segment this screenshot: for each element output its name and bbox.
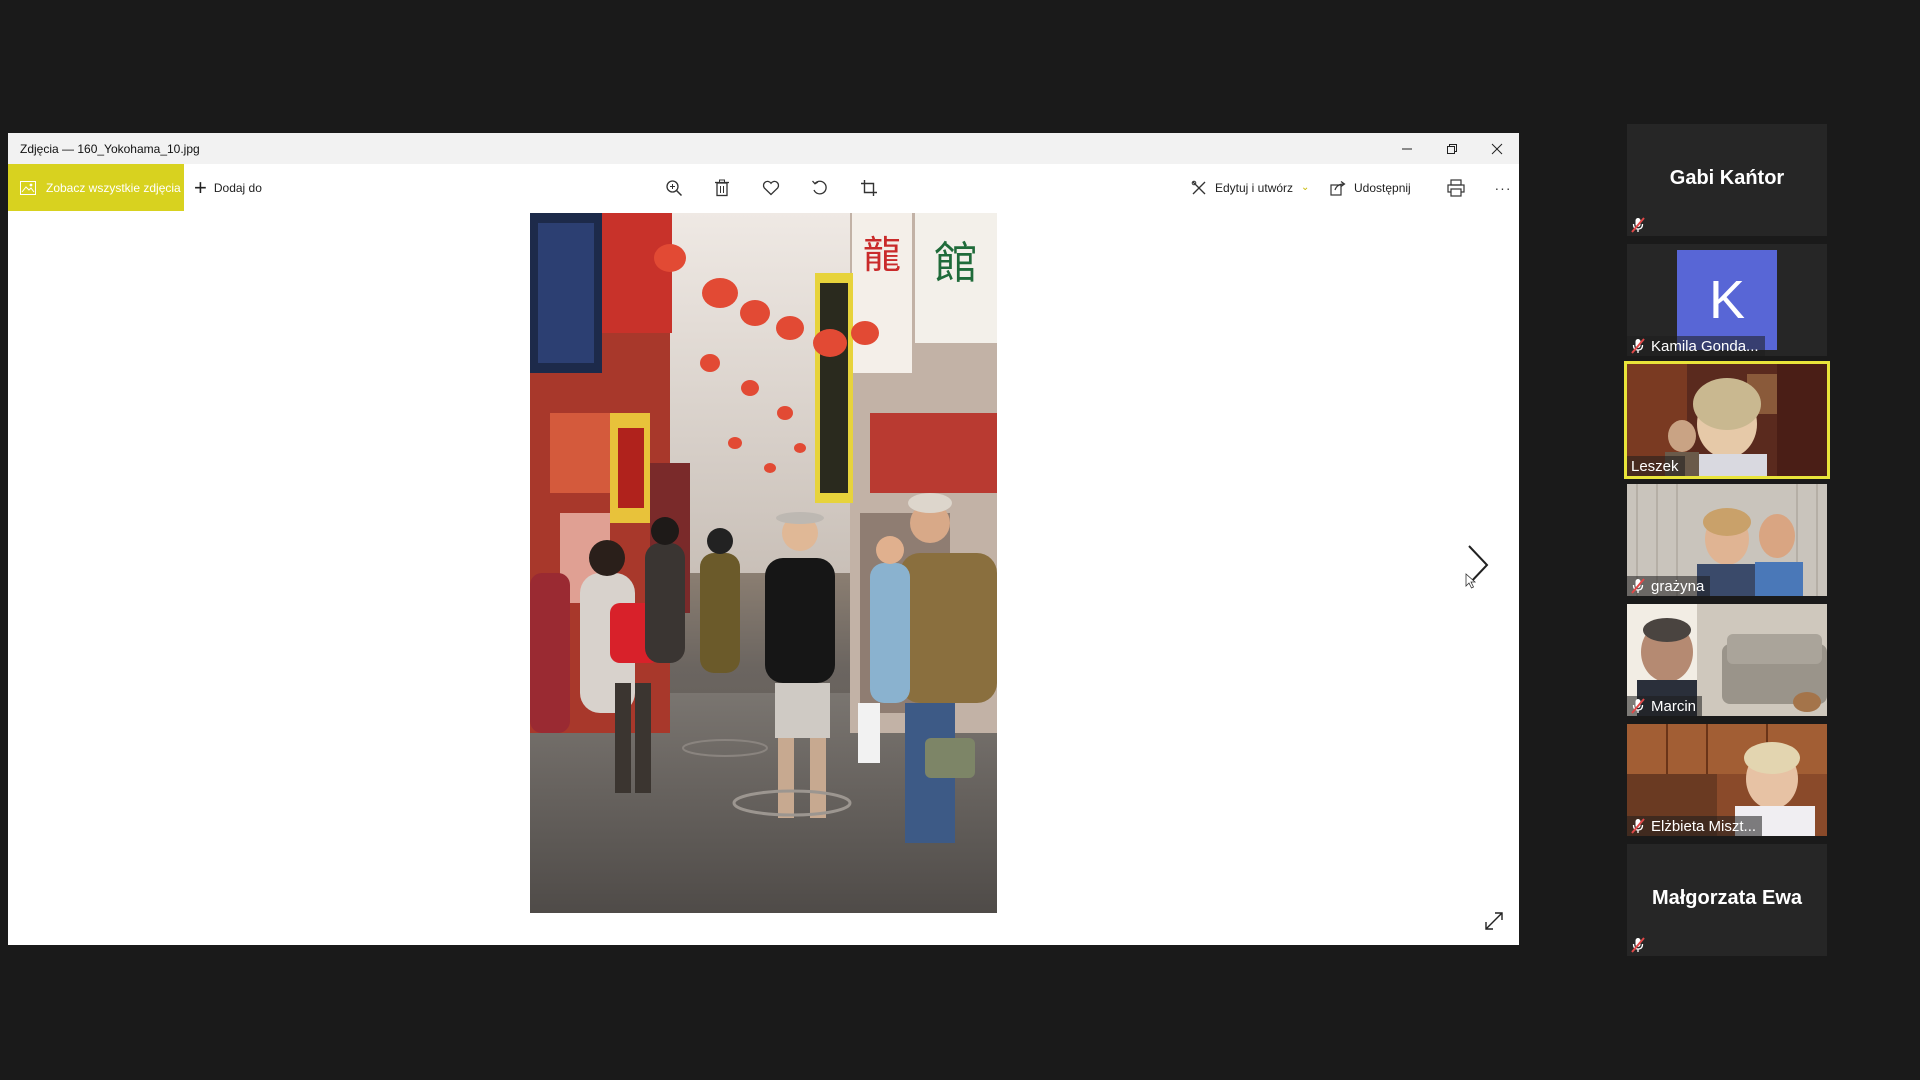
participant-tile-gabi[interactable]: Gabi Kańtor [1627, 124, 1827, 236]
crop-icon [861, 180, 877, 196]
minimize-icon [1401, 148, 1412, 149]
print-icon [1447, 179, 1465, 197]
svg-text:館: 館 [934, 238, 978, 289]
participant-label: Kamila Gonda... [1627, 336, 1765, 356]
window-title: Zdjęcia — 160_Yokohama_10.jpg [20, 142, 200, 156]
rotate-button[interactable] [808, 176, 832, 200]
window-controls [1384, 133, 1519, 164]
close-icon [1491, 143, 1502, 154]
heart-icon [762, 180, 780, 196]
participant-tile-leszek[interactable]: Leszek [1624, 361, 1830, 479]
participant-label: Marcin [1627, 696, 1703, 716]
crop-button[interactable] [857, 176, 881, 200]
chevron-down-icon: ⌄ [1301, 182, 1310, 193]
close-button[interactable] [1474, 133, 1519, 164]
share-icon [1330, 180, 1346, 196]
avatar: K [1677, 250, 1777, 350]
minimize-button[interactable] [1384, 133, 1429, 164]
expand-icon [1485, 912, 1503, 930]
edit-create-label: Edytuj i utwórz [1215, 180, 1294, 195]
photo-image: 龍 館 [530, 213, 997, 913]
mic-muted-icon [1631, 578, 1645, 594]
mic-muted-icon [1631, 338, 1645, 354]
restore-icon [1446, 143, 1457, 154]
participant-label: grażyna [1627, 576, 1711, 596]
title-bar[interactable]: Zdjęcia — 160_Yokohama_10.jpg [8, 133, 1519, 164]
mic-muted-icon [1631, 698, 1645, 714]
see-all-photos-label: Zobacz wszystkie zdjęcia [46, 180, 181, 195]
participant-name: Leszek [1631, 457, 1679, 475]
photos-app-window: Zdjęcia — 160_Yokohama_10.jpg Zobacz wsz… [8, 133, 1519, 945]
edit-create-button[interactable]: Edytuj i utwórz ⌄ [1191, 164, 1309, 211]
participant-tile-elzbieta[interactable]: Elżbieta Miszt... [1627, 724, 1827, 836]
add-to-button[interactable]: + Dodaj do [194, 164, 262, 211]
rotate-icon [812, 180, 827, 195]
fullscreen-button[interactable] [1483, 910, 1505, 932]
participant-name: Marcin [1651, 697, 1697, 715]
participant-name: Gabi Kańtor [1669, 167, 1785, 189]
toolbar: Zobacz wszystkie zdjęcia + Dodaj do Edyt… [8, 164, 1519, 211]
delete-icon [715, 179, 729, 197]
add-to-label: Dodaj do [213, 180, 262, 195]
zoom-icon [666, 180, 683, 197]
svg-text:龍: 龍 [863, 233, 901, 277]
participant-tile-grazyna[interactable]: grażyna [1627, 484, 1827, 596]
restore-button[interactable] [1429, 133, 1474, 164]
more-options-button[interactable]: ··· [1491, 176, 1515, 200]
mic-muted-icon [1631, 818, 1645, 834]
photos-icon [20, 180, 36, 195]
participant-tile-malgorzata[interactable]: Małgorzata Ewa [1627, 844, 1827, 956]
participant-label: Elżbieta Miszt... [1627, 816, 1763, 836]
participant-name: Kamila Gonda... [1651, 337, 1759, 355]
participant-label: Leszek [1627, 456, 1685, 476]
mouse-cursor-icon [1465, 573, 1477, 589]
favorite-button[interactable] [759, 176, 783, 200]
mic-muted-icon [1631, 937, 1645, 953]
participant-name: Małgorzata Ewa [1651, 887, 1803, 909]
participant-name: grażyna [1651, 577, 1705, 595]
photo-street-scene: 龍 館 [530, 213, 997, 913]
print-button[interactable] [1444, 176, 1468, 200]
mic-muted-icon [1631, 217, 1645, 233]
participant-name: Elżbieta Miszt... [1651, 817, 1757, 835]
delete-button[interactable] [710, 176, 734, 200]
zoom-button[interactable] [662, 176, 686, 200]
edit-icon [1191, 180, 1206, 194]
see-all-photos-button[interactable]: Zobacz wszystkie zdjęcia [8, 164, 184, 211]
plus-icon: + [194, 174, 207, 200]
participant-tile-marcin[interactable]: Marcin [1627, 604, 1827, 716]
participant-tile-kamila[interactable]: K Kamila Gonda... [1627, 244, 1827, 356]
share-button[interactable]: Udostępnij [1330, 164, 1411, 211]
share-label: Udostępnij [1354, 180, 1411, 195]
